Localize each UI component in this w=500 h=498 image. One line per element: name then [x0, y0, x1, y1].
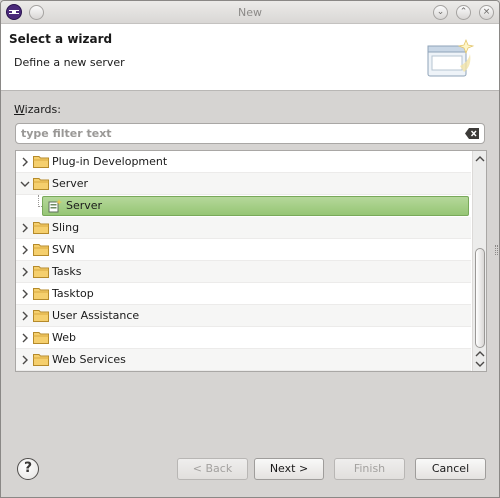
vertical-scrollbar[interactable]: [472, 151, 486, 371]
maximize-icon[interactable]: ⌃: [456, 5, 471, 20]
chevron-right-icon[interactable]: [19, 310, 31, 322]
close-icon[interactable]: ×: [479, 5, 494, 20]
tree-item-label: Web: [52, 331, 76, 344]
tree-item-label: User Assistance: [52, 309, 140, 322]
folder-icon: [33, 222, 49, 234]
chevron-right-icon[interactable]: [19, 266, 31, 278]
tree-item-svn[interactable]: SVN: [16, 239, 471, 261]
tree-item-user-assistance[interactable]: User Assistance: [16, 305, 471, 327]
next-button[interactable]: Next >: [254, 458, 324, 480]
wizard-banner-icon: [427, 39, 475, 77]
back-button[interactable]: < Back: [177, 458, 248, 480]
finish-button[interactable]: Finish: [334, 458, 405, 480]
folder-icon: [33, 310, 49, 322]
filter-input[interactable]: [21, 126, 461, 141]
chevron-down-icon[interactable]: [19, 178, 31, 190]
tree-item-sling[interactable]: Sling: [16, 217, 471, 239]
wizard-tree[interactable]: Plug-in Development Server Server Sling: [15, 150, 487, 372]
tree-item-label: Server: [66, 199, 103, 212]
tree-item-label: Sling: [52, 221, 80, 234]
minimize-icon[interactable]: ⌄: [433, 5, 448, 20]
selection-highlight: [42, 196, 469, 216]
cancel-button[interactable]: Cancel: [415, 458, 486, 480]
filter-field[interactable]: [15, 123, 485, 144]
scroll-up-icon[interactable]: [474, 153, 486, 165]
tree-item-label: Plug-in Development: [52, 155, 168, 168]
folder-icon: [33, 354, 49, 366]
resize-grip[interactable]: [495, 245, 498, 255]
chevron-right-icon[interactable]: [19, 222, 31, 234]
wizard-banner: Select a wizard Define a new server: [1, 24, 499, 91]
chevron-right-icon[interactable]: [19, 244, 31, 256]
server-wizard-icon: [48, 199, 62, 213]
folder-icon: [33, 288, 49, 300]
clear-filter-icon[interactable]: [465, 128, 479, 139]
folder-icon: [33, 332, 49, 344]
tree-item-label: Server: [52, 177, 89, 190]
scrollbar-thumb[interactable]: [475, 248, 485, 348]
tree-item-label: SVN: [52, 243, 75, 256]
chevron-right-icon[interactable]: [19, 288, 31, 300]
tree-item-plug-in-development[interactable]: Plug-in Development: [16, 151, 471, 173]
wizards-label: Wizards:: [14, 103, 61, 116]
tree-item-server-wizard[interactable]: Server: [16, 195, 471, 217]
title-bar: New ⌄ ⌃ ×: [1, 1, 499, 24]
folder-icon: [33, 156, 49, 168]
banner-title: Select a wizard: [9, 32, 113, 46]
folder-open-icon: [33, 178, 49, 190]
folder-icon: [33, 244, 49, 256]
tree-item-label: Web Services: [52, 353, 126, 366]
tree-item-web[interactable]: Web: [16, 327, 471, 349]
scroll-down-icon[interactable]: [474, 358, 486, 370]
help-icon[interactable]: ?: [17, 458, 39, 480]
folder-icon: [33, 266, 49, 278]
tree-item-web-services[interactable]: Web Services: [16, 349, 471, 371]
chevron-right-icon[interactable]: [19, 354, 31, 366]
tree-item-tasktop[interactable]: Tasktop: [16, 283, 471, 305]
chevron-right-icon[interactable]: [19, 156, 31, 168]
new-wizard-dialog: New ⌄ ⌃ × Select a wizard Define a new s…: [0, 0, 500, 498]
banner-description: Define a new server: [14, 56, 125, 69]
tree-item-server-category[interactable]: Server: [16, 173, 471, 195]
back-button-label: < Back: [192, 462, 233, 475]
window-title: New: [238, 6, 262, 19]
tree-item-tasks[interactable]: Tasks: [16, 261, 471, 283]
tree-item-label: Tasktop: [52, 287, 94, 300]
chevron-right-icon[interactable]: [19, 332, 31, 344]
tree-item-label: Tasks: [52, 265, 82, 278]
